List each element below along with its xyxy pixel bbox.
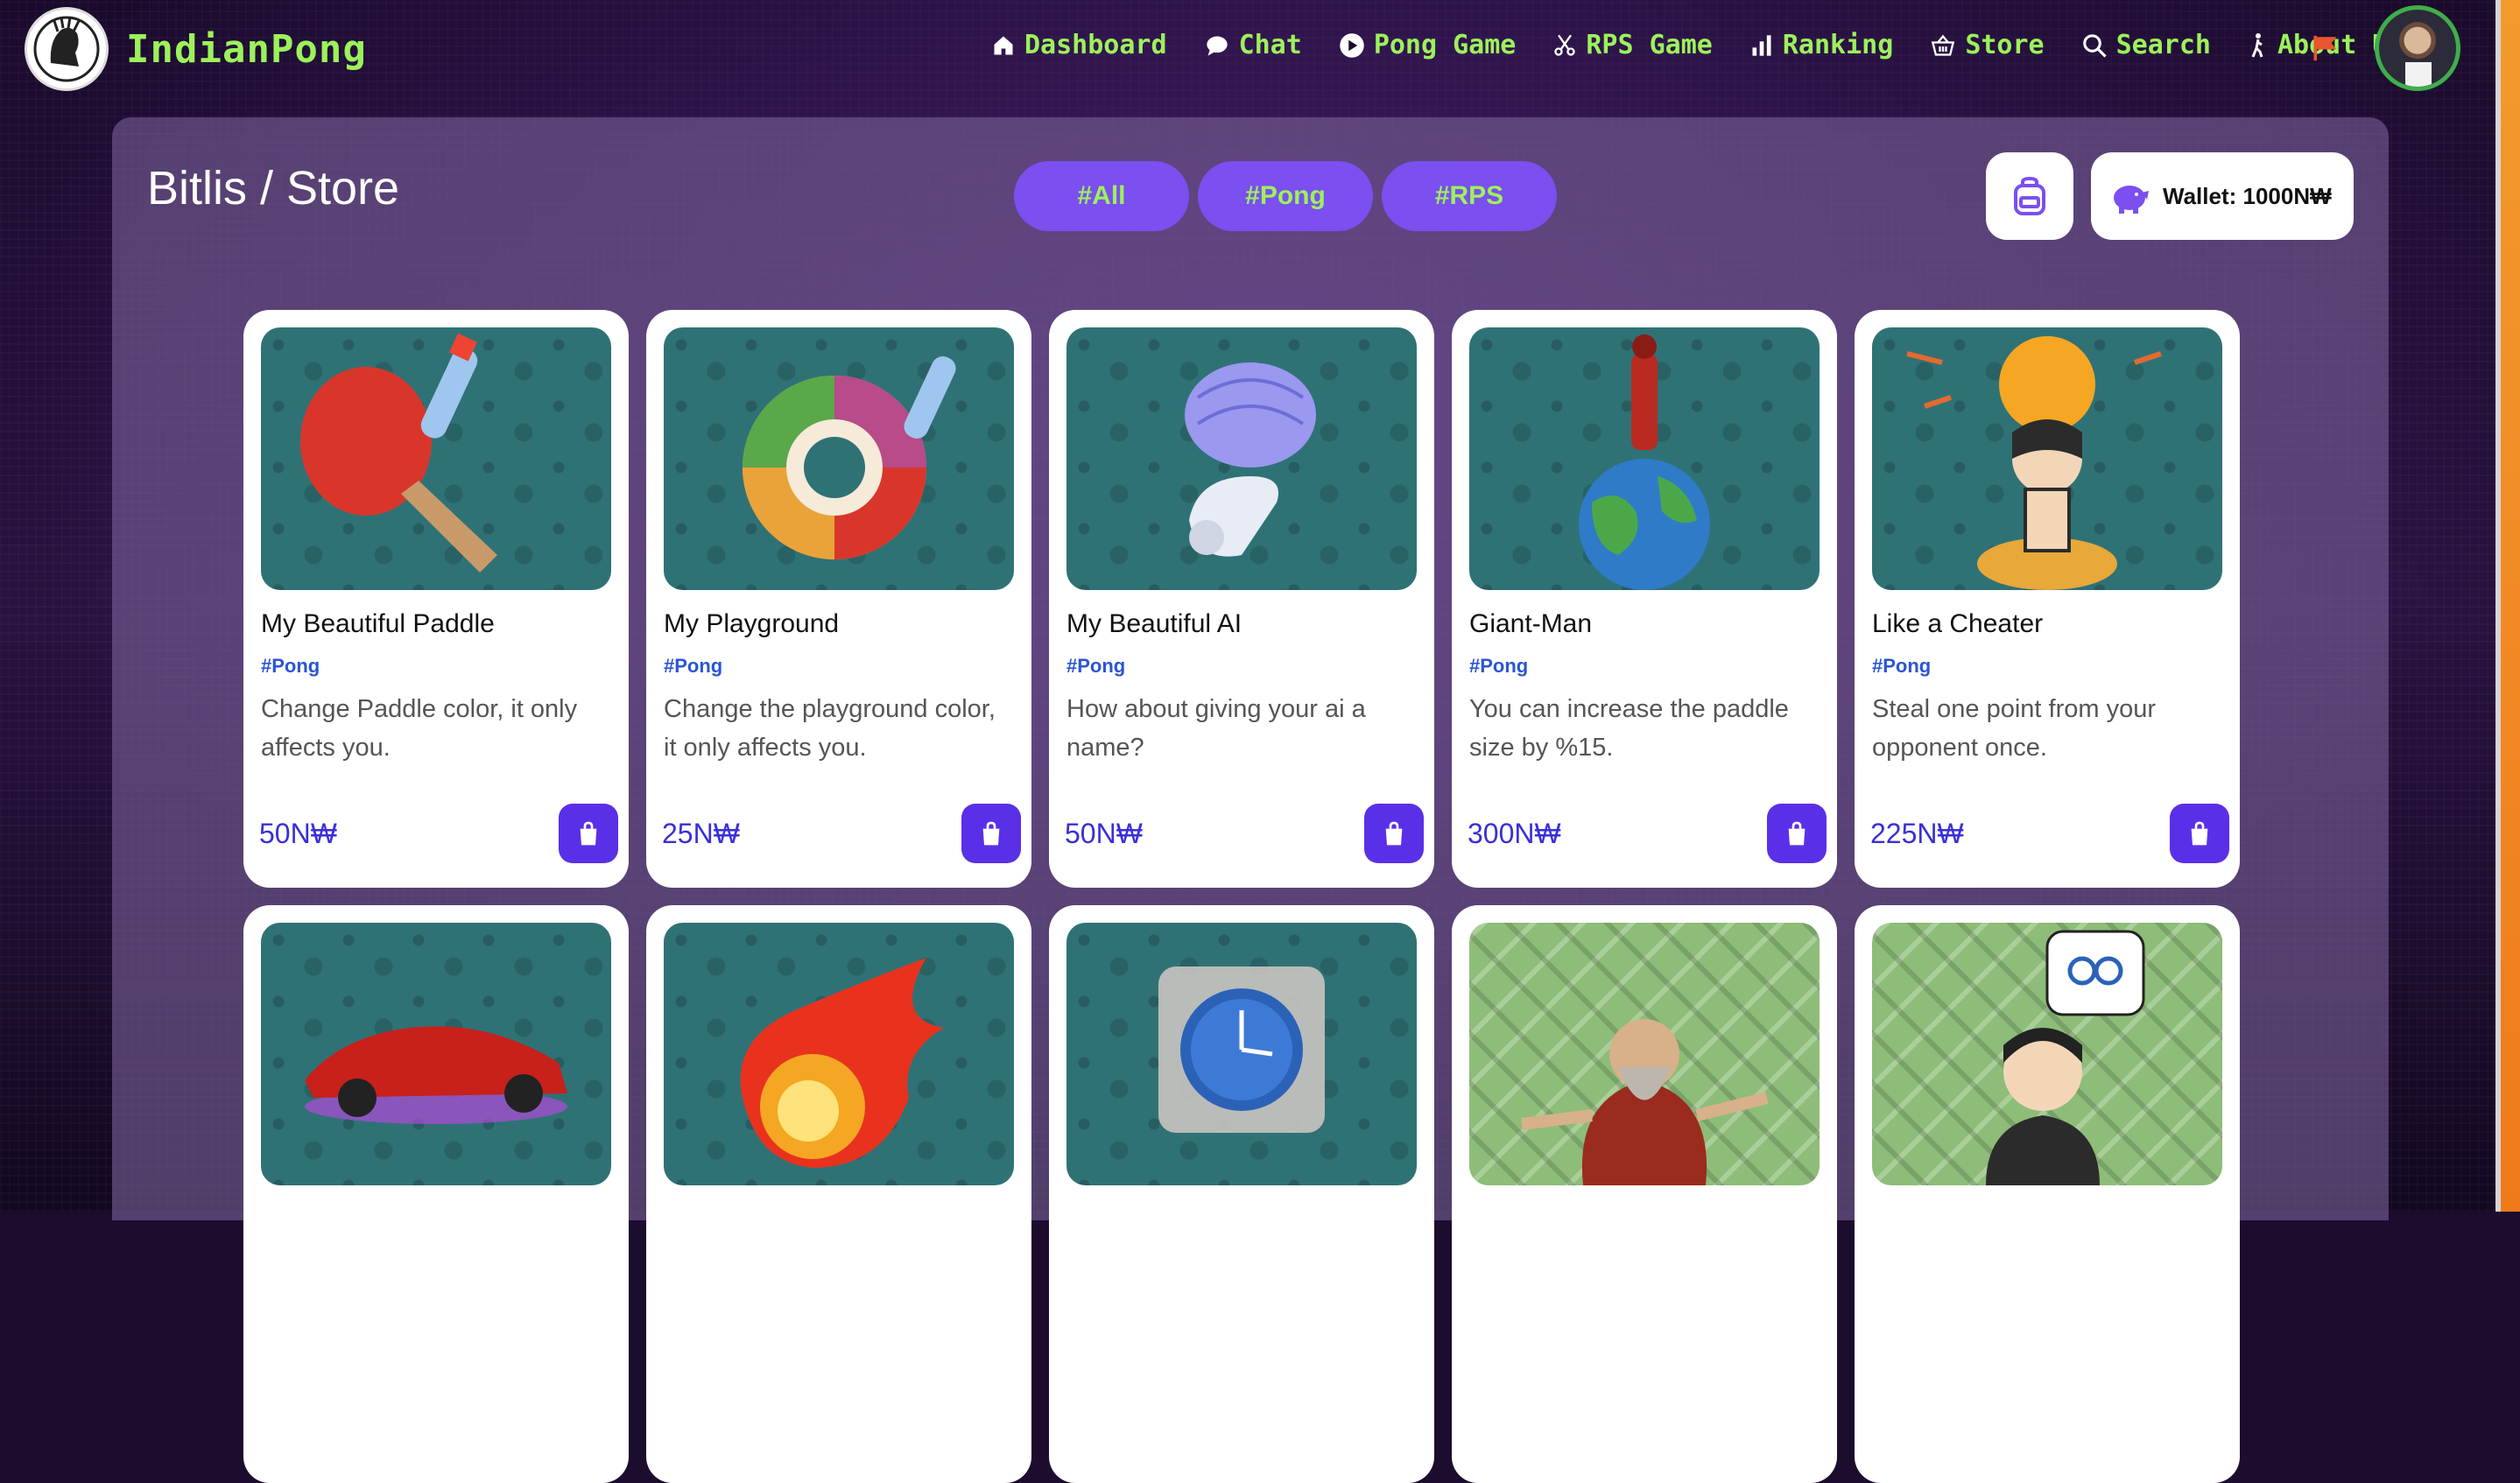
card-description: Change the playground color, it only aff…	[664, 695, 996, 762]
store-card: My Playground #Pong Change the playgroun…	[646, 310, 1031, 888]
shopping-bag-icon	[1385, 821, 1403, 846]
card-description: How about giving your ai a name?	[1066, 695, 1366, 762]
frozen-clock-image	[1066, 923, 1417, 1185]
store-card	[243, 905, 629, 1483]
card-price: 25N₩	[662, 818, 740, 849]
filter-all-button[interactable]: #All	[1014, 161, 1189, 231]
paddle-image	[261, 327, 611, 590]
card-description: Change Paddle color, it only affects you…	[261, 695, 578, 762]
store-card: My Beautiful Paddle #Pong Change Paddle …	[243, 310, 629, 888]
wallet-balance: Wallet: 1000N₩	[2163, 182, 2332, 209]
buy-button[interactable]	[2170, 804, 2229, 863]
card-price: 50N₩	[259, 818, 337, 849]
buy-button[interactable]	[1767, 804, 1827, 863]
scrollbar-thumb[interactable]	[2501, 0, 2520, 1212]
top-navbar: IndianPong Dashboard Chat Pong Game RPS …	[0, 0, 2495, 102]
card-title: My Beautiful Paddle	[261, 609, 495, 638]
card-tag: #Pong	[1872, 655, 1932, 677]
brand-logo-link[interactable]: IndianPong	[25, 7, 367, 91]
filter-tabs: #All #Pong #RPS	[1014, 161, 1566, 231]
nav-search-label: Search	[2115, 30, 2211, 60]
card-tag: #Pong	[1066, 655, 1126, 677]
store-card	[1049, 905, 1434, 1483]
store-card: Giant-Man #Pong You can increase the pad…	[1452, 310, 1837, 888]
basket-icon	[1932, 34, 1955, 56]
card-tag: #Pong	[261, 655, 320, 677]
card-title: My Playground	[664, 609, 840, 638]
nav-pong-game[interactable]: Pong Game	[1339, 30, 1517, 60]
filter-rps-button[interactable]: #RPS	[1382, 161, 1557, 231]
card-description: You can increase the paddle size by %15.	[1469, 695, 1789, 762]
card-tag: #Pong	[1469, 655, 1529, 677]
red-car-image	[261, 923, 611, 1185]
bar-chart-icon	[1752, 34, 1771, 56]
nav-chat-label: Chat	[1238, 30, 1302, 60]
robot-brain-image	[1066, 327, 1417, 590]
scissors-icon	[1554, 34, 1576, 56]
nav-pong-game-label: Pong Game	[1373, 30, 1517, 60]
color-wheel-image	[664, 327, 1014, 590]
nav-dashboard-label: Dashboard	[1024, 30, 1167, 60]
card-title: Like a Cheater	[1872, 609, 2044, 638]
nav-ranking-label: Ranking	[1782, 30, 1894, 60]
inventory-button[interactable]	[1986, 152, 2073, 240]
backpack-icon	[2014, 176, 2045, 215]
wallet-display[interactable]: Wallet: 1000N₩	[2091, 152, 2354, 240]
card-tag: #Pong	[664, 655, 723, 677]
person-walking-icon	[2251, 32, 2263, 58]
flag-icon[interactable]	[2312, 33, 2341, 63]
nav-chat[interactable]: Chat	[1204, 30, 1302, 60]
shopping-bag-icon	[580, 821, 597, 846]
shopping-bag-icon	[1788, 821, 1806, 846]
store-card	[646, 905, 1031, 1483]
store-card: My Beautiful AI #Pong How about giving y…	[1049, 310, 1434, 888]
user-avatar[interactable]	[2375, 5, 2460, 91]
god-figure-image	[1469, 923, 1820, 1185]
card-description: Steal one point from your opponent once.	[1872, 695, 2157, 762]
nav-ranking[interactable]: Ranking	[1749, 30, 1893, 60]
home-icon	[994, 36, 1013, 54]
card-price: 300N₩	[1468, 818, 1561, 849]
giant-man-image	[1469, 327, 1820, 590]
scissors-thinking-man-image	[1872, 923, 2222, 1185]
buy-button[interactable]	[1364, 804, 1424, 863]
brand-name: IndianPong	[126, 26, 367, 72]
search-icon	[2082, 33, 2107, 58]
card-price: 50N₩	[1065, 818, 1143, 849]
store-card: Like a Cheater #Pong Steal one point fro…	[1855, 310, 2240, 888]
nav-store[interactable]: Store	[1930, 30, 2045, 60]
page-title: Bitlis / Store	[147, 162, 400, 214]
piggy-bank-icon	[2114, 186, 2149, 214]
indian-head-logo-icon	[25, 7, 109, 91]
buy-button[interactable]	[559, 804, 618, 863]
point-stealer-image	[1872, 327, 2222, 590]
filter-pong-button[interactable]: #Pong	[1198, 161, 1373, 231]
card-title: My Beautiful AI	[1066, 609, 1242, 638]
nav-store-label: Store	[1965, 30, 2045, 60]
shopping-bag-icon	[982, 821, 1000, 846]
store-card	[1452, 905, 1837, 1483]
shopping-bag-icon	[2191, 821, 2208, 846]
fireball-image	[664, 923, 1014, 1185]
store-panel: Bitlis / Store #All #Pong #RPS Wallet: 1…	[112, 117, 2389, 1483]
play-icon	[1340, 32, 1364, 58]
card-title: Giant-Man	[1469, 609, 1593, 638]
nav-dashboard[interactable]: Dashboard	[991, 30, 1167, 60]
chat-icon	[1206, 36, 1228, 56]
nav-rps-game-label: RPS Game	[1586, 30, 1713, 60]
store-card	[1855, 905, 2240, 1483]
buy-button[interactable]	[961, 804, 1021, 863]
nav-search[interactable]: Search	[2081, 30, 2211, 60]
nav-rps-game[interactable]: RPS Game	[1552, 30, 1713, 60]
card-price: 225N₩	[1870, 818, 1964, 849]
nav-links: Dashboard Chat Pong Game RPS Game Rankin…	[991, 30, 2441, 60]
